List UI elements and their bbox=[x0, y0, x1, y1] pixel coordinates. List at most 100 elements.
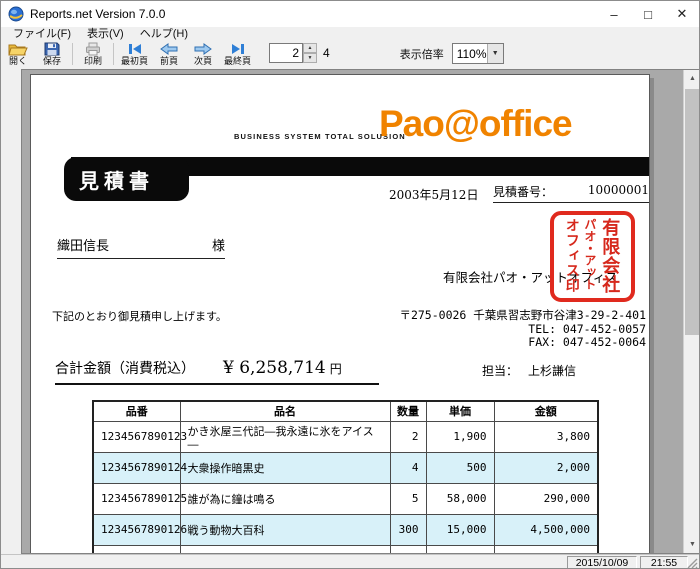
table-row: 1234567890125誰が為に鐘は鳴る558,000290,000 bbox=[93, 483, 598, 514]
open-button[interactable]: 開く bbox=[1, 41, 35, 67]
table-row: 1234567890123かき氷屋三代記―我永遠に氷をアイス―21,9003,8… bbox=[93, 421, 598, 452]
table-row: 1234567890126戦う動物大百科30015,0004,500,000 bbox=[93, 514, 598, 545]
table-cell: 4,500,000 bbox=[494, 514, 598, 545]
table-row: 1234567890124大衆操作暗黒史45002,000 bbox=[93, 452, 598, 483]
close-button[interactable]: ✕ bbox=[665, 1, 699, 27]
prev-page-label: 前頁 bbox=[160, 56, 178, 67]
zoom-label: 表示倍率 bbox=[400, 46, 444, 62]
prev-arrow-icon bbox=[160, 42, 178, 56]
minimize-button[interactable]: – bbox=[597, 1, 631, 27]
app-window: Reports.net Version 7.0.0 – □ ✕ ファイル(F) … bbox=[0, 0, 700, 569]
menu-item-view[interactable]: 表示(V) bbox=[79, 27, 132, 41]
table-cell bbox=[93, 545, 180, 554]
prev-page-button[interactable]: 前頁 bbox=[152, 41, 186, 67]
table-cell: 290,000 bbox=[494, 483, 598, 514]
first-page-button[interactable]: 最初頁 bbox=[117, 41, 152, 67]
page-spinner-up[interactable]: ▲ bbox=[303, 43, 317, 53]
resize-grip[interactable] bbox=[686, 557, 698, 569]
print-button[interactable]: 印刷 bbox=[76, 41, 110, 67]
quote-number-label: 見積番号： bbox=[493, 183, 553, 200]
customer-line: 織田信長 様 bbox=[57, 235, 225, 259]
first-page-icon bbox=[127, 42, 143, 56]
status-time: 21:55 bbox=[640, 556, 688, 569]
scrollbar-thumb[interactable] bbox=[685, 89, 700, 335]
vertical-scrollbar[interactable]: ▲ ▼ bbox=[683, 70, 700, 553]
document-page: BUSINESS SYSTEM TOTAL SOLUSION Pao@offic… bbox=[30, 74, 650, 554]
table-cell: かき氷屋三代記―我永遠に氷をアイス― bbox=[180, 421, 390, 452]
seal-column-1: 有限会社 bbox=[598, 218, 622, 295]
page-spinner-down[interactable]: ▼ bbox=[303, 53, 317, 63]
table-cell: 4 bbox=[390, 452, 426, 483]
pao-office-logo: Pao@office bbox=[379, 103, 572, 145]
postal-address: 〒275-0026 千葉県習志野市谷津3-29-2-401 bbox=[399, 309, 646, 323]
rep-label: 担当： bbox=[482, 364, 518, 378]
toolbar: 開く 保存 印刷 最初頁 bbox=[1, 41, 699, 69]
table-cell: 戦う動物大百科 bbox=[180, 514, 390, 545]
table-cell bbox=[426, 545, 494, 554]
document-viewport: BUSINESS SYSTEM TOTAL SOLUSION Pao@offic… bbox=[21, 69, 700, 554]
customer-name: 織田信長 bbox=[57, 235, 109, 254]
fax-line: FAX: 047-452-0064 bbox=[399, 336, 646, 350]
table-cell: 15,000 bbox=[426, 514, 494, 545]
quote-number-line: 見積番号： 10000001 bbox=[493, 183, 649, 203]
items-table-head: 品番品名数量単価金額 bbox=[93, 401, 598, 421]
table-cell: 500 bbox=[426, 452, 494, 483]
status-bar: 2015/10/09 21:55 bbox=[1, 554, 699, 569]
table-cell: 2 bbox=[390, 421, 426, 452]
table-cell: 1234567890124 bbox=[93, 452, 180, 483]
last-page-icon bbox=[230, 42, 246, 56]
table-cell: 1234567890125 bbox=[93, 483, 180, 514]
open-label: 開く bbox=[9, 56, 27, 67]
doc-title: 見積書 bbox=[64, 165, 154, 194]
first-page-label: 最初頁 bbox=[121, 56, 148, 67]
seal-column-3: オフィス印 bbox=[563, 218, 582, 295]
page-total-label: 4 bbox=[323, 46, 330, 60]
title-bar: Reports.net Version 7.0.0 – □ ✕ bbox=[1, 1, 699, 27]
table-cell: 1234567890126 bbox=[93, 514, 180, 545]
save-button[interactable]: 保存 bbox=[35, 41, 69, 67]
maximize-button[interactable]: □ bbox=[631, 1, 665, 27]
table-row bbox=[93, 545, 598, 554]
next-arrow-icon bbox=[194, 42, 212, 56]
zoom-control: 表示倍率 110% ▼ bbox=[400, 43, 504, 64]
items-table-body: 1234567890123かき氷屋三代記―我永遠に氷をアイス―21,9003,8… bbox=[93, 421, 598, 554]
doc-title-badge: 見積書 bbox=[64, 157, 189, 201]
scrollbar-up-arrow[interactable]: ▲ bbox=[684, 70, 700, 87]
column-header: 単価 bbox=[426, 401, 494, 421]
toolbar-separator bbox=[72, 43, 73, 65]
table-cell: 58,000 bbox=[426, 483, 494, 514]
column-header: 品名 bbox=[180, 401, 390, 421]
page-number-input[interactable]: 2 bbox=[269, 43, 303, 63]
zoom-value: 110% bbox=[453, 44, 487, 63]
greeting-text: 下記のとおり御見積申し上げます。 bbox=[52, 308, 227, 324]
representative-line: 担当：上杉謙信 bbox=[482, 362, 576, 379]
table-cell bbox=[180, 545, 390, 554]
total-amount: ¥ 6,258,714 bbox=[223, 358, 326, 378]
save-disk-icon bbox=[44, 42, 60, 56]
last-page-label: 最終頁 bbox=[224, 56, 251, 67]
table-cell: 誰が為に鐘は鳴る bbox=[180, 483, 390, 514]
menu-item-help[interactable]: ヘルプ(H) bbox=[132, 27, 196, 41]
company-address-block: 〒275-0026 千葉県習志野市谷津3-29-2-401 TEL: 047-4… bbox=[399, 309, 646, 350]
scrollbar-down-arrow[interactable]: ▼ bbox=[684, 536, 700, 553]
zoom-combobox[interactable]: 110% ▼ bbox=[452, 43, 504, 64]
print-label: 印刷 bbox=[84, 56, 102, 67]
customer-honorific: 様 bbox=[212, 235, 225, 254]
menu-item-file[interactable]: ファイル(F) bbox=[5, 27, 79, 41]
status-date: 2015/10/09 bbox=[567, 556, 637, 569]
next-page-button[interactable]: 次頁 bbox=[186, 41, 220, 67]
total-line: 合計金額（消費税込） ¥ 6,258,714 円 bbox=[55, 358, 379, 385]
total-label: 合計金額（消費税込） bbox=[55, 358, 195, 378]
chevron-down-icon[interactable]: ▼ bbox=[487, 44, 503, 63]
last-page-button[interactable]: 最終頁 bbox=[220, 41, 255, 67]
items-table: 品番品名数量単価金額 1234567890123かき氷屋三代記―我永遠に氷をアイ… bbox=[92, 400, 599, 554]
seal-column-2: パオ・アット bbox=[582, 218, 598, 295]
next-page-label: 次頁 bbox=[194, 56, 212, 67]
toolbar-separator bbox=[113, 43, 114, 65]
table-cell: 300 bbox=[390, 514, 426, 545]
save-label: 保存 bbox=[43, 56, 61, 67]
column-header: 金額 bbox=[494, 401, 598, 421]
company-seal-stamp: 有限会社 パオ・アット オフィス印 bbox=[550, 211, 635, 302]
menu-bar: ファイル(F) 表示(V) ヘルプ(H) bbox=[1, 27, 699, 41]
window-title: Reports.net Version 7.0.0 bbox=[30, 7, 165, 21]
